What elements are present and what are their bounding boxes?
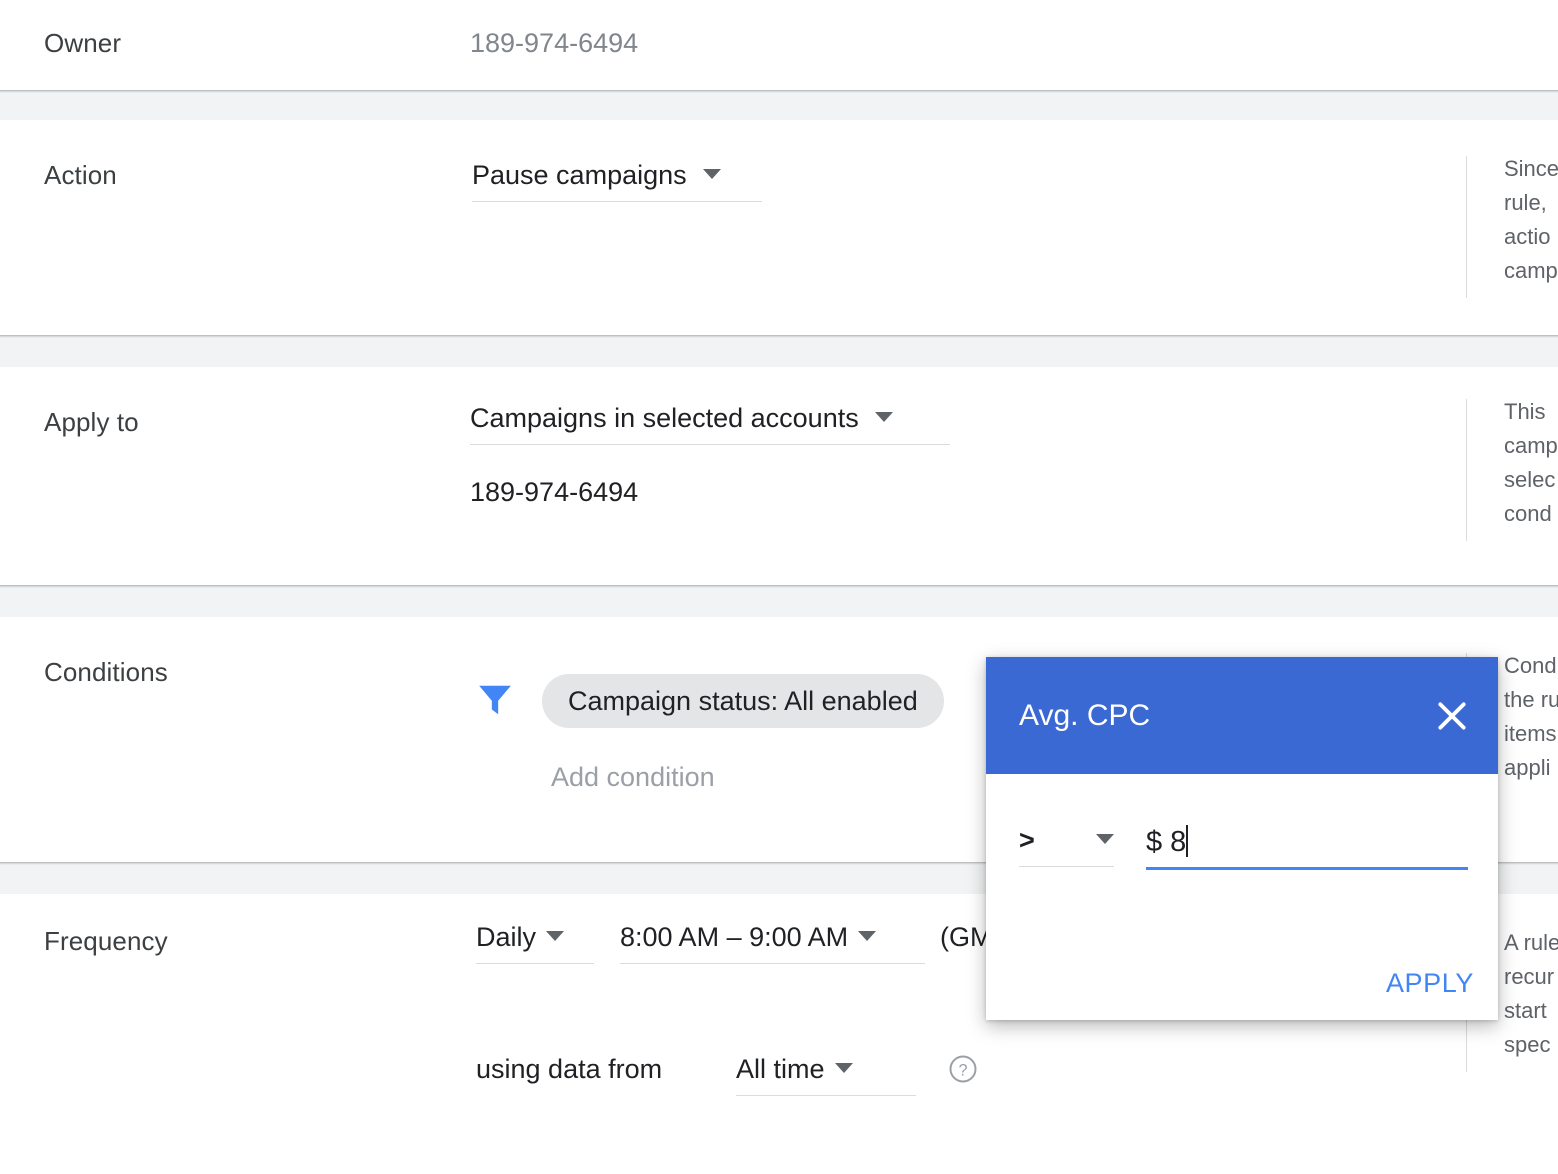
chevron-down-icon (858, 931, 877, 941)
dialog-header: Avg. CPC (986, 657, 1498, 774)
chevron-down-icon (546, 931, 565, 941)
owner-label: Owner (44, 28, 122, 58)
section-separator-1 (0, 90, 1558, 120)
chevron-down-icon (834, 1063, 853, 1073)
apply-to-help-text: This camp selec cond (1466, 395, 1558, 545)
apply-to-label: Apply to (44, 407, 139, 437)
apply-button[interactable]: APPLY (1386, 968, 1474, 999)
add-condition-button[interactable]: Add condition (551, 762, 715, 793)
dialog-body: > $ 8 APPLY (986, 774, 1498, 1020)
section-apply-to: Apply to Campaigns in selected accounts … (0, 367, 1558, 585)
avg-cpc-dialog: Avg. CPC > $ 8 APPLY (986, 657, 1498, 1020)
chevron-down-icon (874, 412, 893, 422)
action-dropdown[interactable]: Pause campaigns (472, 160, 762, 202)
chevron-down-icon (1096, 834, 1114, 844)
section-action: Action Pause campaigns Since rule, actio… (0, 120, 1558, 335)
operator-value: > (1019, 825, 1035, 855)
apply-to-account: 189-974-6494 (470, 477, 639, 507)
chevron-down-icon (702, 169, 721, 179)
frequency-time-range-value: 8:00 AM – 9:00 AM (620, 922, 849, 952)
section-owner: Owner 189-974-6494 (0, 0, 1558, 90)
apply-to-dropdown[interactable]: Campaigns in selected accounts (470, 403, 950, 445)
frequency-timezone: (GM (940, 922, 993, 952)
action-dropdown-value: Pause campaigns (472, 160, 687, 190)
value-input-text: $ 8 (1146, 826, 1187, 858)
owner-value: 189-974-6494 (470, 28, 639, 58)
close-x-icon[interactable] (1432, 696, 1472, 736)
using-data-from-label: using data from (476, 1054, 663, 1084)
operator-dropdown[interactable]: > (1019, 825, 1114, 867)
dialog-title: Avg. CPC (1019, 699, 1151, 732)
data-range-dropdown[interactable]: All time (736, 1054, 916, 1096)
svg-text:?: ? (958, 1061, 967, 1079)
conditions-label: Conditions (44, 657, 168, 687)
frequency-interval-value: Daily (476, 922, 537, 952)
action-help-text: Since rule, actio camp (1466, 152, 1558, 302)
action-label: Action (44, 160, 117, 190)
section-separator-3 (0, 585, 1558, 617)
data-range-value: All time (736, 1054, 825, 1084)
apply-to-dropdown-value: Campaigns in selected accounts (470, 403, 859, 433)
frequency-interval-dropdown[interactable]: Daily (476, 922, 594, 964)
frequency-time-range-dropdown[interactable]: 8:00 AM – 9:00 AM (620, 922, 925, 964)
frequency-label: Frequency (44, 926, 168, 956)
text-cursor (1186, 825, 1189, 857)
condition-chip-label: Campaign status: All enabled (568, 685, 918, 716)
question-mark-circle-icon[interactable]: ? (948, 1054, 978, 1084)
condition-chip-campaign-status[interactable]: Campaign status: All enabled (542, 674, 944, 728)
section-separator-2 (0, 335, 1558, 367)
value-input[interactable]: $ 8 (1146, 825, 1468, 870)
filter-funnel-icon[interactable] (476, 680, 514, 720)
